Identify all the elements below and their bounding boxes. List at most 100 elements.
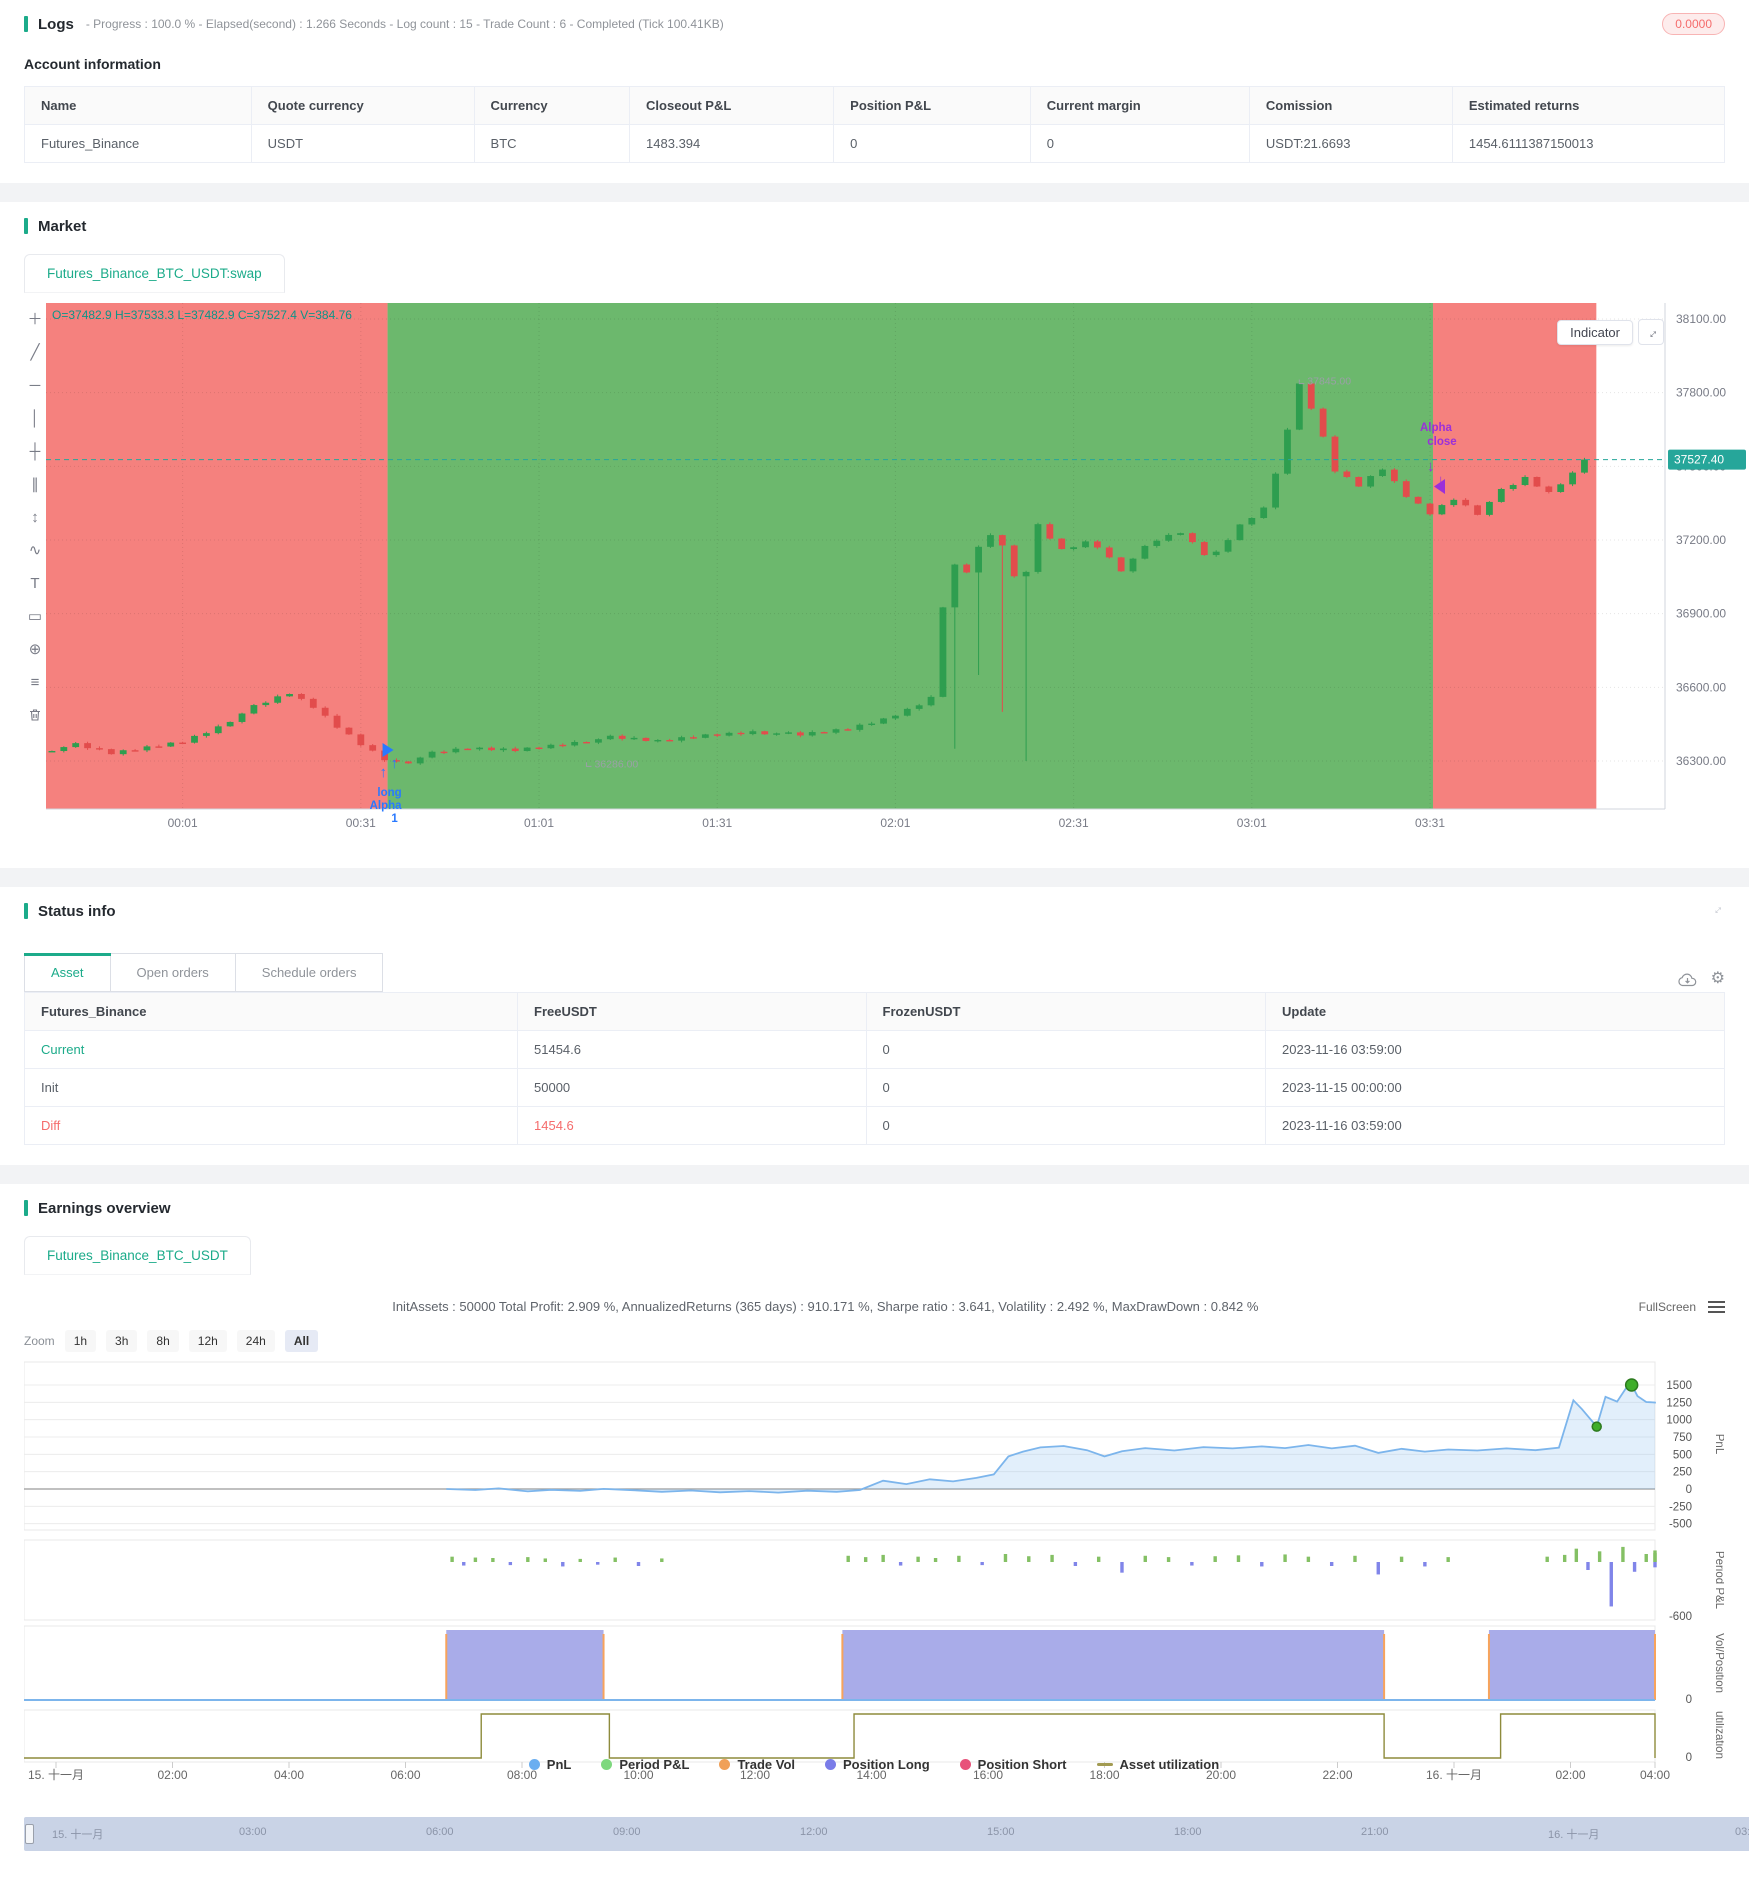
update-time-cell: 2023-11-15 00:00:00: [1266, 1069, 1725, 1107]
svg-text:03:01: 03:01: [1237, 816, 1267, 830]
logs-section: Logs - Progress : 100.0 % - Elapsed(seco…: [0, 0, 1749, 183]
chart-menu-icon[interactable]: [1708, 1301, 1725, 1313]
cloud-download-icon[interactable]: [1678, 972, 1697, 987]
column-header: Estimated returns: [1452, 87, 1724, 125]
frozen-usdt-cell: 0: [866, 1107, 1266, 1145]
svg-text:04:00: 04:00: [1640, 1768, 1670, 1782]
status-tab-schedule-orders[interactable]: Schedule orders: [236, 953, 384, 992]
svg-text:01:31: 01:31: [702, 816, 732, 830]
earnings-svg[interactable]: 1500125010007505002500-250-500PnL-600Per…: [24, 1358, 1724, 1782]
svg-text:↑: ↑: [380, 764, 388, 781]
svg-text:-500: -500: [1669, 1519, 1692, 1531]
legend-marker-icon: [825, 1759, 836, 1770]
arrows-tool-icon[interactable]: ↕: [24, 507, 46, 527]
svg-text:22:00: 22:00: [1322, 1768, 1352, 1782]
navigator-tick: 15. 十一月: [52, 1826, 103, 1842]
legend-label: Trade Vol: [737, 1757, 795, 1772]
table-header-row: NameQuote currencyCurrencyCloseout P&LPo…: [25, 87, 1725, 125]
svg-text:00:31: 00:31: [346, 816, 376, 830]
svg-text:06:00: 06:00: [390, 1768, 420, 1782]
zoom-range-button-8h[interactable]: 8h: [147, 1330, 178, 1352]
legend-item-position-short[interactable]: Position Short: [960, 1757, 1067, 1772]
svg-text:37200.00: 37200.00: [1676, 533, 1726, 547]
legend-item-trade-vol[interactable]: Trade Vol: [719, 1757, 795, 1772]
legend-marker-icon: [1097, 1763, 1113, 1766]
status-tab-asset[interactable]: Asset: [24, 953, 111, 992]
column-header: Quote currency: [251, 87, 474, 125]
status-table: Futures_BinanceFreeUSDTFrozenUSDTUpdateC…: [24, 992, 1725, 1145]
section-divider: [0, 183, 1749, 202]
section-accent-bar: [24, 16, 28, 32]
navigator-tick: 03:00: [239, 1826, 267, 1838]
legend-label: Period P&L: [619, 1757, 689, 1772]
cross-line-tool-icon[interactable]: ┼: [24, 441, 46, 461]
svg-text:long: long: [377, 787, 401, 799]
trend-line-tool-icon[interactable]: ╱: [24, 342, 46, 362]
svg-text:16. 十一月: 16. 十一月: [1426, 1768, 1482, 1782]
navigator-tick: 15:00: [987, 1826, 1015, 1838]
position-long-band: [842, 1630, 1384, 1700]
drawing-toolbar: ＋ ╱ ─ │ ┼ ∥ ↕ ∿ T ▭ ⊕ ≡: [24, 303, 46, 848]
legend-item-period-p-l[interactable]: Period P&L: [601, 1757, 689, 1772]
zoom-range-button-1h[interactable]: 1h: [65, 1330, 96, 1352]
legend-label: Position Short: [978, 1757, 1067, 1772]
position-long-band: [1489, 1630, 1655, 1700]
column-header: Name: [25, 87, 252, 125]
pnl-marker-dot: [1626, 1379, 1638, 1391]
svg-text:02:31: 02:31: [1059, 816, 1089, 830]
svg-text:↑: ↑: [391, 755, 399, 772]
text-tool-icon[interactable]: T: [24, 573, 46, 593]
zoom-range-button-24h[interactable]: 24h: [237, 1330, 275, 1352]
horizontal-line-tool-icon[interactable]: ─: [24, 375, 46, 395]
market-symbol-tab[interactable]: Futures_Binance_BTC_USDT:swap: [24, 254, 285, 293]
earnings-section: Earnings overview Futures_Binance_BTC_US…: [0, 1184, 1749, 1871]
pattern-tool-icon[interactable]: ≡: [24, 672, 46, 692]
svg-text:PnL: PnL: [1713, 1434, 1724, 1455]
parallel-channel-tool-icon[interactable]: ∥: [24, 474, 46, 494]
legend-item-position-long[interactable]: Position Long: [825, 1757, 930, 1772]
backtest-page: Logs - Progress : 100.0 % - Elapsed(seco…: [0, 0, 1749, 1871]
earnings-symbol-tab[interactable]: Futures_Binance_BTC_USDT: [24, 1236, 251, 1275]
fullscreen-button[interactable]: FullScreen: [1639, 1300, 1696, 1314]
table-cell: Futures_Binance: [25, 125, 252, 163]
vertical-line-tool-icon[interactable]: │: [24, 408, 46, 428]
earnings-stats-line: InitAssets : 50000 Total Profit: 2.909 %…: [24, 1299, 1627, 1314]
column-header: Closeout P&L: [630, 87, 834, 125]
crosshair-tool-icon[interactable]: ＋: [24, 309, 46, 329]
settings-gear-icon[interactable]: ⚙: [1711, 971, 1725, 987]
zoom-range-button-12h[interactable]: 12h: [189, 1330, 227, 1352]
navigator-tick: 16. 十一月: [1548, 1826, 1599, 1842]
svg-text:36300.00: 36300.00: [1676, 754, 1726, 768]
expand-icon: ↔: [1641, 322, 1661, 342]
earnings-title: Earnings overview: [38, 1200, 171, 1217]
status-tab-open-orders[interactable]: Open orders: [111, 953, 236, 992]
update-time-cell: 2023-11-16 03:59:00: [1266, 1107, 1725, 1145]
zoom-range-button-all[interactable]: All: [285, 1330, 318, 1352]
position-long-band: [446, 1630, 603, 1700]
svg-text:1250: 1250: [1666, 1397, 1692, 1409]
table-cell: USDT:21.6693: [1249, 125, 1452, 163]
status-tabs: AssetOpen ordersSchedule orders: [24, 953, 1725, 992]
brush-tool-icon[interactable]: ∿: [24, 540, 46, 560]
svg-text:Vol/Position: Vol/Position: [1713, 1633, 1724, 1693]
zoom-range-button-3h[interactable]: 3h: [106, 1330, 137, 1352]
logs-value-badge: 0.0000: [1662, 13, 1725, 35]
navigator-tick: 18:00: [1174, 1826, 1202, 1838]
legend-item-pnl[interactable]: PnL: [529, 1757, 572, 1772]
chart-fullscreen-button[interactable]: ↔: [1638, 319, 1664, 345]
indicator-button[interactable]: Indicator: [1557, 320, 1633, 345]
svg-text:0: 0: [1686, 1752, 1692, 1764]
table-cell: USDT: [251, 125, 474, 163]
column-header: Futures_Binance: [25, 993, 518, 1031]
legend-item-asset-utilization[interactable]: Asset utilization: [1097, 1757, 1220, 1772]
trash-tool-icon[interactable]: [24, 705, 46, 725]
candlestick-svg[interactable]: 00:0100:3101:0101:3102:0102:3103:0103:31…: [46, 303, 1746, 843]
row-label: Current: [25, 1031, 518, 1069]
rectangle-tool-icon[interactable]: ▭: [24, 606, 46, 626]
zoom-tool-icon[interactable]: ⊕: [24, 639, 46, 659]
chart-navigator[interactable]: 15. 十一月03:0006:0009:0012:0015:0018:0021:…: [24, 1817, 1749, 1851]
account-info-title: Account information: [24, 56, 1725, 72]
legend-marker-icon: [960, 1759, 971, 1770]
market-section: Market Futures_Binance_BTC_USDT:swap ＋╱─…: [0, 202, 1749, 868]
navigator-left-handle[interactable]: [25, 1824, 34, 1844]
